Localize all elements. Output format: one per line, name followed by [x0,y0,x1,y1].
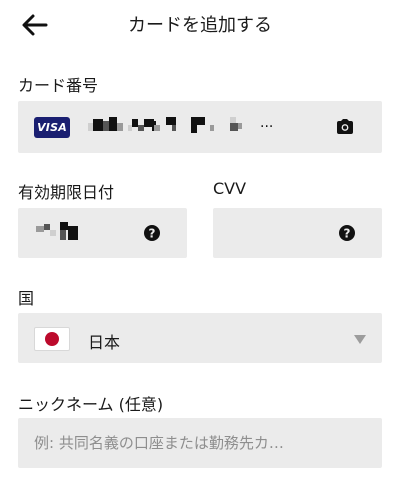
help-icon[interactable]: ? [338,224,356,242]
country-select[interactable]: 日本 [18,313,382,363]
card-number-label: カード番号 [18,76,99,95]
expiry-field[interactable]: ? [18,208,187,258]
cvv-field[interactable]: ? [213,208,382,258]
card-number-ellipsis: ... [260,115,274,131]
country-value: 日本 [88,333,121,352]
nickname-input[interactable] [18,418,382,468]
svg-text:?: ? [149,227,156,241]
japan-flag-icon [34,327,70,351]
cvv-label: CVV [213,179,247,198]
help-icon[interactable]: ? [143,224,161,242]
svg-text:?: ? [344,227,351,241]
masked-card-number [88,101,258,153]
header-bar: カードを追加する [0,0,400,46]
masked-expiry [36,208,96,258]
dropdown-arrow-icon[interactable] [354,335,366,344]
visa-logo: VISA [34,117,70,138]
page-title: カードを追加する [128,15,272,36]
card-number-field[interactable]: VISA ... [18,101,382,153]
country-label: 国 [18,289,35,308]
expiry-label: 有効期限日付 [18,183,115,202]
camera-icon[interactable] [336,118,354,135]
nickname-label: ニックネーム (任意) [18,395,164,414]
nickname-field[interactable] [18,418,382,468]
